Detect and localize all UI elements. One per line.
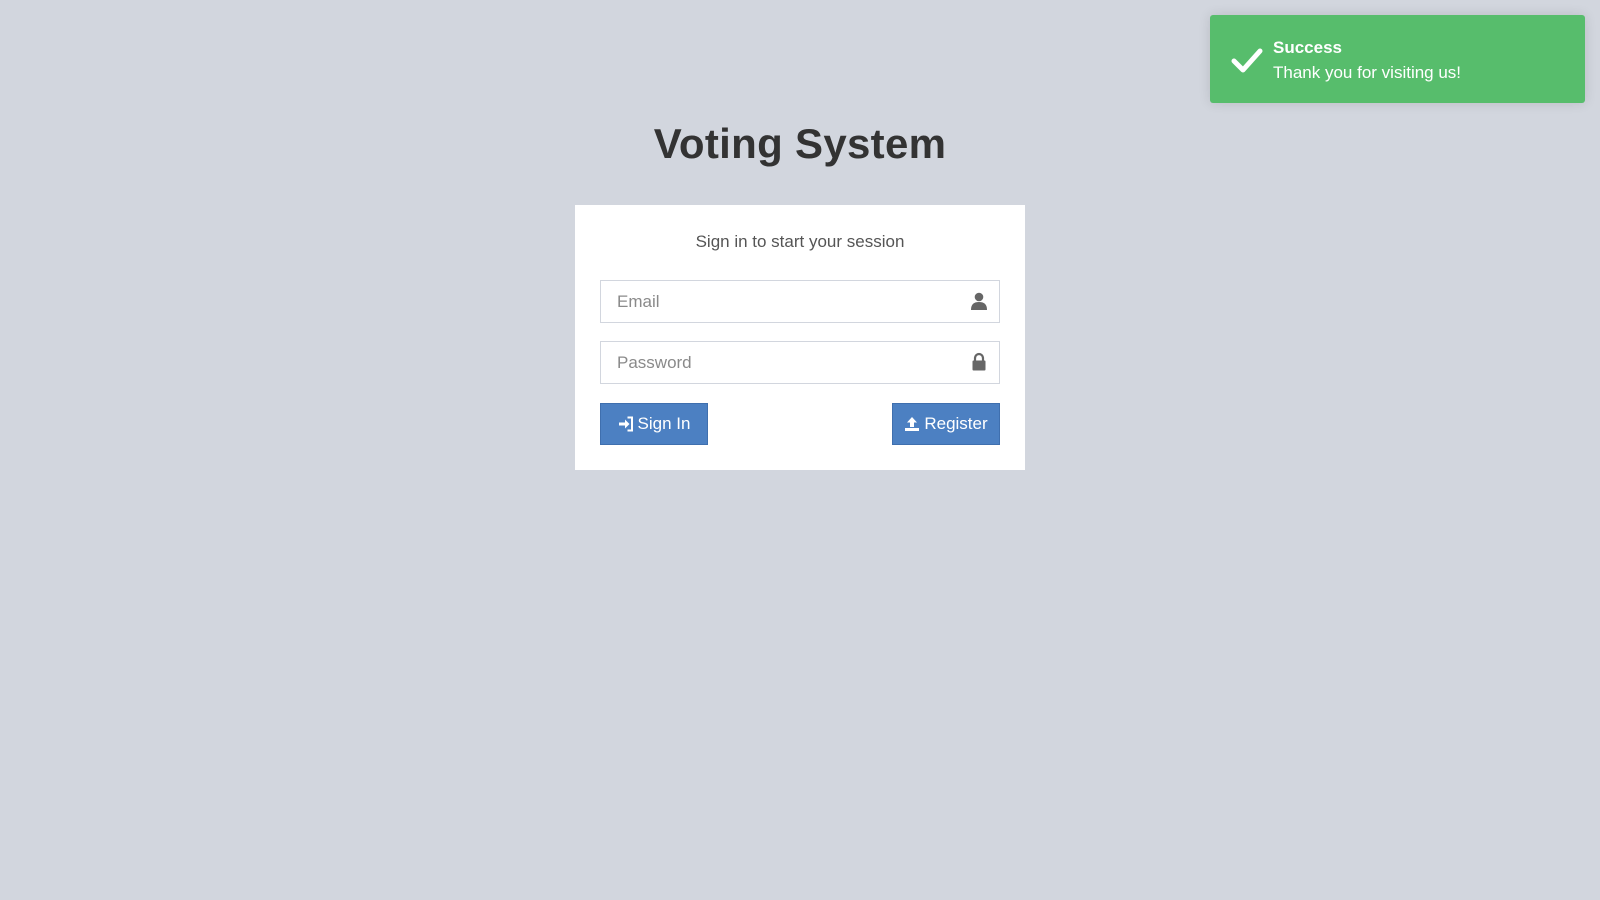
email-input[interactable] [601, 281, 951, 322]
toast-title: Success [1273, 38, 1342, 57]
email-field-wrapper [600, 280, 1000, 323]
page-title: Voting System [653, 120, 947, 167]
sign-in-icon [618, 416, 634, 432]
password-input[interactable] [601, 342, 951, 383]
register-label: Register [924, 414, 988, 433]
sign-in-label: Sign In [637, 414, 691, 433]
register-button[interactable]: Register [892, 403, 1000, 445]
sign-in-button[interactable]: Sign In [600, 403, 708, 445]
login-subtitle: Sign in to start your session [695, 232, 905, 251]
upload-icon [904, 416, 920, 432]
password-field-wrapper [600, 341, 1000, 384]
login-box: Sign in to start your session Sign In [575, 205, 1025, 470]
user-icon [969, 291, 989, 311]
success-toast[interactable]: Success Thank you for visiting us! [1210, 15, 1585, 103]
toast-message: Thank you for visiting us! [1273, 63, 1462, 82]
lock-icon [969, 352, 989, 372]
check-icon [1230, 43, 1264, 77]
